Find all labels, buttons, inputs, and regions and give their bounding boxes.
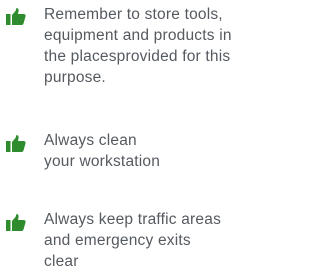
- thumbs-up-icon: [6, 214, 26, 231]
- thumbs-up-icon: [6, 8, 26, 25]
- list-item-text: Remember to store tools, equipment and p…: [44, 6, 232, 86]
- list-item-text: Always clean your workstation: [44, 132, 161, 170]
- thumbs-up-icon: [6, 135, 26, 152]
- list-item-text: Always keep traffic areas and emergency …: [44, 211, 222, 270]
- instructions-list: Remember to store tools, equipment and p…: [0, 0, 253, 273]
